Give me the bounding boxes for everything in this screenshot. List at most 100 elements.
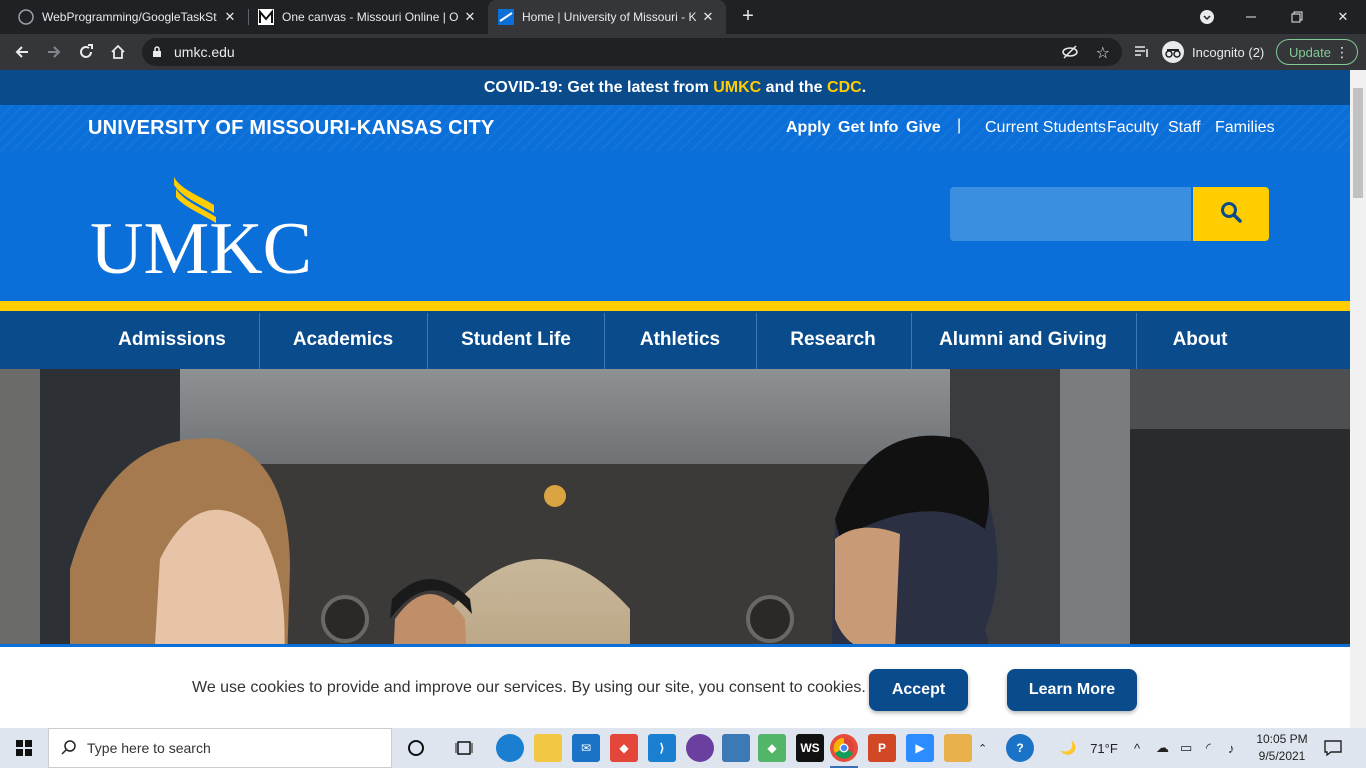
scrollbar-thumb[interactable] <box>1353 88 1363 198</box>
faculty-link[interactable]: Faculty <box>1107 119 1159 137</box>
notification-center-icon[interactable] <box>1324 728 1342 768</box>
nav-athletics[interactable]: Athletics <box>616 311 744 369</box>
search-icon <box>61 739 77 758</box>
get-info-link[interactable]: Get Info <box>838 119 898 137</box>
reading-list-icon[interactable] <box>1130 40 1154 64</box>
taskbar-search-placeholder: Type here to search <box>87 740 211 756</box>
tab-canvas[interactable]: One canvas - Missouri Online | O ✕ <box>248 0 488 34</box>
page-viewport: COVID-19: Get the latest from UMKC and t… <box>0 70 1350 728</box>
chrome-icon[interactable] <box>830 734 858 762</box>
volume-icon[interactable]: ♪ <box>1228 728 1235 768</box>
umkc-covid-link[interactable]: UMKC <box>713 79 761 96</box>
weather-temp: 71°F <box>1090 740 1118 756</box>
families-link[interactable]: Families <box>1215 119 1275 137</box>
new-tab-icon[interactable]: + <box>738 6 758 26</box>
browser-toolbar: umkc.edu ☆ Incognito (2) Update ⋮ <box>0 34 1366 70</box>
webstorm-icon[interactable]: WS <box>796 734 824 762</box>
sourcetree-icon[interactable]: ◆ <box>758 734 786 762</box>
nav-academics[interactable]: Academics <box>270 311 416 369</box>
forward-icon[interactable] <box>42 40 66 64</box>
search-input[interactable] <box>950 187 1191 241</box>
logo-wordmark: UMKC <box>90 208 308 275</box>
accept-cookies-button[interactable]: Accept <box>869 669 968 711</box>
nav-divider <box>604 313 605 369</box>
bookmark-star-icon[interactable]: ☆ <box>1096 43 1110 63</box>
minimize-icon[interactable] <box>1228 0 1274 34</box>
windows-start-icon[interactable] <box>0 728 48 768</box>
site-header: UNIVERSITY OF MISSOURI-KANSAS CITY Apply… <box>0 105 1350 301</box>
back-icon[interactable] <box>10 40 34 64</box>
battery-icon[interactable]: ▭ <box>1180 728 1192 768</box>
wifi-icon[interactable]: ◜ <box>1206 728 1211 768</box>
home-icon[interactable] <box>106 40 130 64</box>
covid-banner: COVID-19: Get the latest from UMKC and t… <box>0 70 1350 105</box>
edge-browser-icon[interactable] <box>496 734 524 762</box>
zoom-icon[interactable]: ▶ <box>906 734 934 762</box>
covid-text-middle: and the <box>761 79 828 96</box>
moon-icon: 🌙 <box>1060 740 1077 755</box>
help-icon[interactable]: ? <box>1006 734 1034 762</box>
browser-tab-strip: WebProgramming/GoogleTaskSt ✕ One canvas… <box>0 0 1366 34</box>
search-icon <box>1220 201 1242 228</box>
weather-widget[interactable]: 🌙 71°F <box>1060 728 1118 768</box>
tab-title: Home | University of Missouri - K <box>522 10 697 24</box>
close-tab-icon[interactable]: ✕ <box>462 9 478 25</box>
paint-icon[interactable] <box>944 734 972 762</box>
taskbar-search-box[interactable]: Type here to search <box>48 728 392 768</box>
tracking-blocked-icon[interactable] <box>1062 44 1078 65</box>
current-students-link[interactable]: Current Students <box>985 119 1106 137</box>
task-view-icon[interactable] <box>450 734 478 762</box>
vscode-icon[interactable]: ⟩ <box>648 734 676 762</box>
show-hidden-icons-chevron-icon[interactable]: ^ <box>1134 728 1140 768</box>
url-text: umkc.edu <box>174 44 235 60</box>
menu-kebab-icon[interactable]: ⋮ <box>1335 44 1349 61</box>
university-name[interactable]: UNIVERSITY OF MISSOURI-KANSAS CITY <box>88 117 494 140</box>
file-explorer-icon[interactable] <box>534 734 562 762</box>
python-icon[interactable] <box>722 734 750 762</box>
cookie-message: We use cookies to provide and improve ou… <box>192 679 866 696</box>
close-window-icon[interactable]: ✕ <box>1320 0 1366 34</box>
clock-time: 10:05 PM <box>1256 732 1308 746</box>
tab-search-icon[interactable] <box>1184 0 1230 34</box>
update-button[interactable]: Update ⋮ <box>1276 39 1358 65</box>
close-tab-icon[interactable]: ✕ <box>700 9 716 25</box>
mail-icon[interactable]: ✉ <box>572 734 600 762</box>
gold-divider <box>0 301 1350 311</box>
nav-student-life[interactable]: Student Life <box>440 311 592 369</box>
system-clock[interactable]: 10:05 PM 9/5/2021 <box>1252 731 1312 765</box>
nav-alumni-and-giving[interactable]: Alumni and Giving <box>922 311 1124 369</box>
page-scrollbar[interactable] <box>1350 70 1366 728</box>
onedrive-icon[interactable]: ☁ <box>1156 728 1169 768</box>
cdc-link[interactable]: CDC <box>827 79 862 96</box>
lock-icon <box>152 45 162 63</box>
address-bar[interactable]: umkc.edu ☆ <box>142 38 1122 66</box>
staff-link[interactable]: Staff <box>1168 119 1201 137</box>
apply-link[interactable]: Apply <box>786 119 830 137</box>
git-app-icon[interactable]: ◆ <box>610 734 638 762</box>
incognito-label: Incognito (2) <box>1192 44 1265 60</box>
main-navigation: Admissions Academics Student Life Athlet… <box>0 311 1350 369</box>
update-label: Update <box>1289 44 1331 60</box>
tab-github[interactable]: WebProgramming/GoogleTaskSt ✕ <box>8 0 248 34</box>
tab-umkc-home[interactable]: Home | University of Missouri - K ✕ <box>488 0 726 34</box>
reload-icon[interactable] <box>74 40 98 64</box>
clock-date: 9/5/2021 <box>1258 749 1306 763</box>
nav-admissions[interactable]: Admissions <box>110 311 234 369</box>
incognito-profile-button[interactable]: Incognito (2) <box>1162 39 1264 65</box>
windows-taskbar: Type here to search ✉ ◆ ⟩ ◆ WS P ▶ ⌃ ? 🌙… <box>0 728 1366 768</box>
nav-about[interactable]: About <box>1148 311 1252 369</box>
github-desktop-icon[interactable] <box>686 734 714 762</box>
powerpoint-icon[interactable]: P <box>868 734 896 762</box>
close-tab-icon[interactable]: ✕ <box>222 9 238 25</box>
nav-research[interactable]: Research <box>768 311 898 369</box>
cortana-icon[interactable] <box>402 734 430 762</box>
tab-title: WebProgramming/GoogleTaskSt <box>42 10 217 24</box>
search-button[interactable] <box>1193 187 1269 241</box>
give-link[interactable]: Give <box>906 119 941 137</box>
tab-title: One canvas - Missouri Online | O <box>282 10 459 24</box>
restore-icon[interactable] <box>1274 0 1320 34</box>
taskbar-overflow-chevron-icon[interactable]: ⌃ <box>978 728 987 768</box>
learn-more-button[interactable]: Learn More <box>1007 669 1137 711</box>
incognito-icon <box>1162 41 1184 63</box>
umkc-logo[interactable]: UMKC <box>88 175 312 290</box>
